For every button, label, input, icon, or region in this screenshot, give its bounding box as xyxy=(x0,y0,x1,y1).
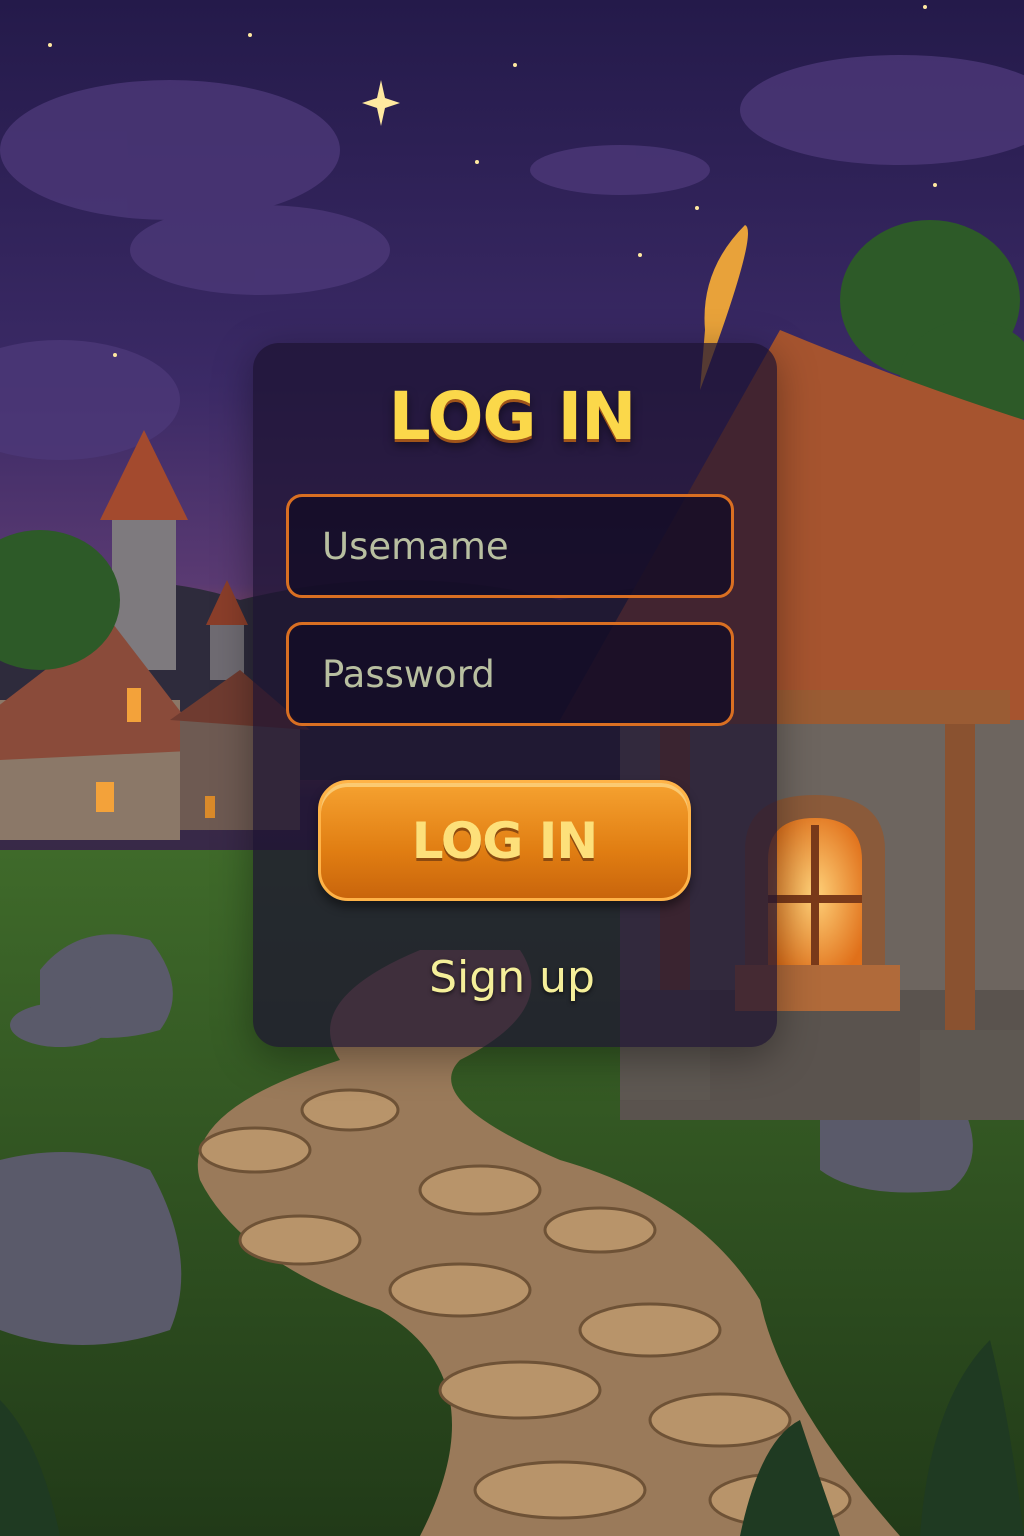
signup-link[interactable]: Sign up xyxy=(0,948,1024,1008)
login-button[interactable]: LOG IN xyxy=(318,780,691,901)
username-input[interactable] xyxy=(289,497,731,595)
password-field[interactable] xyxy=(286,622,734,726)
login-title: LOG IN xyxy=(388,378,637,455)
username-field[interactable] xyxy=(286,494,734,598)
password-input[interactable] xyxy=(289,625,731,723)
login-button-label: LOG IN xyxy=(411,811,598,870)
